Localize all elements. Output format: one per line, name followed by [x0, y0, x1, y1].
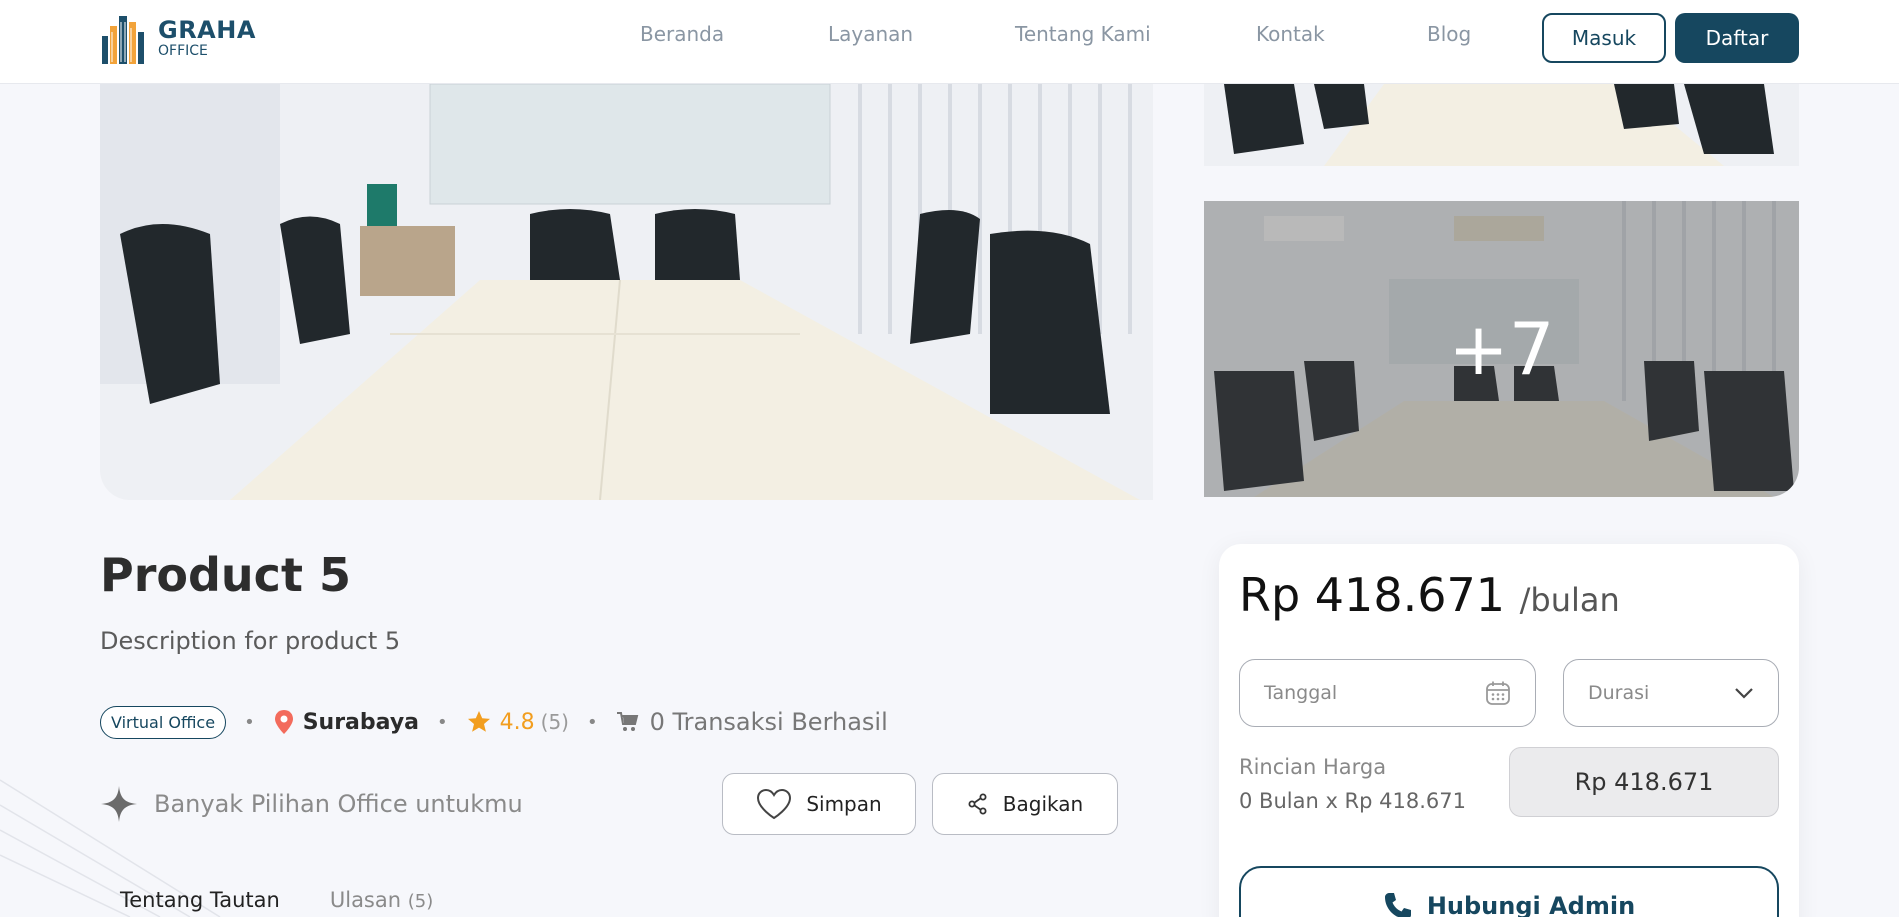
- gallery-thumb-1[interactable]: [1204, 84, 1799, 166]
- share-label: Bagikan: [1002, 792, 1084, 816]
- contact-admin-button[interactable]: Hubungi Admin: [1239, 866, 1779, 917]
- logo-title: GRAHA: [158, 16, 256, 44]
- price-breakdown: Rincian Harga 0 Bulan x Rp 418.671: [1239, 750, 1466, 818]
- nav-layanan[interactable]: Layanan: [828, 22, 913, 46]
- transaction-count: 0 Transaksi Berhasil: [649, 708, 888, 736]
- price-display: Rp 418.671 /bulan: [1239, 568, 1620, 622]
- sparkle-icon: [101, 786, 137, 822]
- login-button[interactable]: Masuk: [1542, 13, 1666, 63]
- share-icon: [968, 793, 987, 815]
- breakdown-calc: 0 Bulan x Rp 418.671: [1239, 789, 1466, 813]
- product-description: Description for product 5: [100, 627, 401, 655]
- pricing-card: Rp 418.671 /bulan Tanggal Durasi Rincian…: [1219, 544, 1799, 917]
- detail-tabs: Tentang Tautan Ulasan (5): [120, 888, 433, 912]
- share-button[interactable]: Bagikan: [932, 773, 1118, 835]
- logo-subtitle: OFFICE: [158, 43, 208, 59]
- chevron-down-icon: [1735, 688, 1753, 699]
- contact-admin-label: Hubungi Admin: [1426, 892, 1636, 917]
- meeting-room-photo: [100, 84, 1153, 500]
- gallery-thumb-more[interactable]: +7: [1204, 201, 1799, 497]
- promo-text: Banyak Pilihan Office untukmu: [154, 790, 523, 818]
- total-price: Rp 418.671: [1509, 747, 1779, 817]
- phone-icon: [1384, 893, 1411, 917]
- duration-select[interactable]: Durasi: [1563, 659, 1779, 727]
- calendar-icon: [1486, 681, 1510, 705]
- rating-value: 4.8: [499, 709, 535, 735]
- date-picker[interactable]: Tanggal: [1239, 659, 1536, 727]
- rating-count: (5): [540, 710, 569, 734]
- price-value: Rp 418.671: [1239, 568, 1506, 622]
- separator-dot: •: [437, 711, 448, 733]
- heart-icon: [757, 788, 792, 820]
- tab-reviews-label: Ulasan: [329, 888, 402, 912]
- date-placeholder: Tanggal: [1264, 682, 1338, 704]
- nav-tentang-kami[interactable]: Tentang Kami: [1015, 22, 1151, 46]
- breakdown-label: Rincian Harga: [1239, 755, 1387, 779]
- location-pin-icon: [274, 710, 293, 734]
- promo-banner: Banyak Pilihan Office untukmu: [100, 785, 523, 823]
- product-meta: Virtual Office • Surabaya • 4.8 (5) • 0 …: [100, 704, 888, 740]
- brand-logo[interactable]: GRAHA OFFICE: [100, 12, 256, 64]
- more-photos-count: +7: [1448, 307, 1555, 391]
- product-location: Surabaya: [302, 709, 420, 735]
- duration-placeholder: Durasi: [1588, 682, 1650, 704]
- tab-reviews[interactable]: Ulasan (5): [330, 888, 433, 912]
- nav-kontak[interactable]: Kontak: [1256, 22, 1325, 46]
- separator-dot: •: [586, 711, 598, 733]
- save-label: Simpan: [806, 792, 882, 816]
- nav-beranda[interactable]: Beranda: [640, 22, 724, 46]
- star-icon: [467, 711, 490, 732]
- tab-about[interactable]: Tentang Tautan: [120, 888, 280, 912]
- save-button[interactable]: Simpan: [722, 773, 916, 835]
- category-badge[interactable]: Virtual Office: [100, 705, 227, 739]
- top-navbar: GRAHA OFFICE Beranda Layanan Tentang Kam…: [0, 0, 1899, 84]
- price-unit: /bulan: [1519, 581, 1620, 619]
- meeting-room-thumb-photo: [1204, 84, 1799, 166]
- gallery-main-image[interactable]: [100, 84, 1153, 500]
- product-title: Product 5: [100, 548, 351, 602]
- nav-blog[interactable]: Blog: [1427, 22, 1471, 46]
- register-button[interactable]: Daftar: [1675, 13, 1799, 63]
- tab-reviews-count: (5): [407, 891, 434, 912]
- cart-icon: [616, 712, 638, 731]
- building-logo-icon: [102, 16, 144, 64]
- separator-dot: •: [244, 711, 255, 733]
